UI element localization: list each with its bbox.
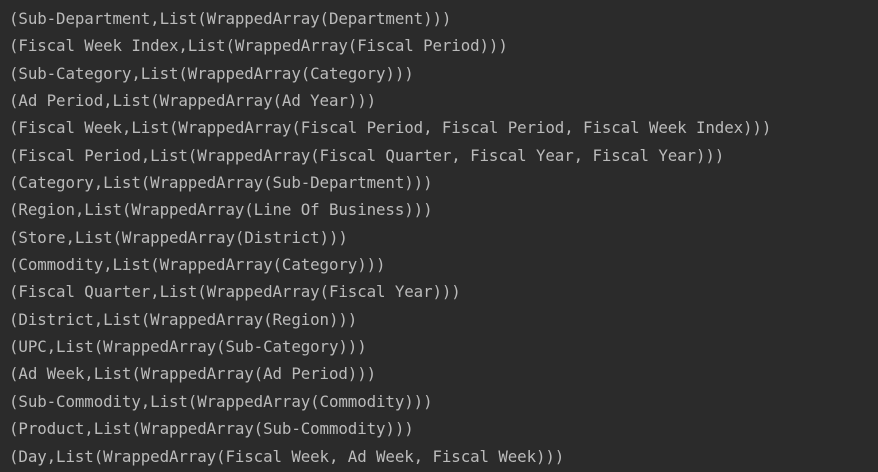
console-line: (Sub-Category,List(WrappedArray(Category… xyxy=(9,63,414,83)
console-line: (Fiscal Week,List(WrappedArray(Fiscal Pe… xyxy=(9,118,772,138)
console-line: (Sub-Commodity,List(WrappedArray(Commodi… xyxy=(9,391,433,411)
console-line: (Fiscal Week Index,List(WrappedArray(Fis… xyxy=(9,36,508,56)
console-output: (Sub-Department,List(WrappedArray(Depart… xyxy=(0,0,878,472)
console-line: (Day,List(WrappedArray(Fiscal Week, Ad W… xyxy=(9,446,565,466)
console-line: (UPC,List(WrappedArray(Sub-Category))) xyxy=(9,337,367,357)
console-line: (Ad Period,List(WrappedArray(Ad Year))) xyxy=(9,91,377,111)
console-line: (District,List(WrappedArray(Region))) xyxy=(9,309,358,329)
console-line: (Commodity,List(WrappedArray(Category))) xyxy=(9,255,386,275)
console-line: (Fiscal Period,List(WrappedArray(Fiscal … xyxy=(9,145,725,165)
console-line: (Category,List(WrappedArray(Sub-Departme… xyxy=(9,173,433,193)
console-line: (Fiscal Quarter,List(WrappedArray(Fiscal… xyxy=(9,282,461,302)
console-line: (Region,List(WrappedArray(Line Of Busine… xyxy=(9,200,433,220)
console-line: (Ad Week,List(WrappedArray(Ad Period))) xyxy=(9,364,377,384)
console-line: (Product,List(WrappedArray(Sub-Commodity… xyxy=(9,419,414,439)
console-line: (Store,List(WrappedArray(District))) xyxy=(9,227,348,247)
console-line: (Sub-Department,List(WrappedArray(Depart… xyxy=(9,9,452,28)
